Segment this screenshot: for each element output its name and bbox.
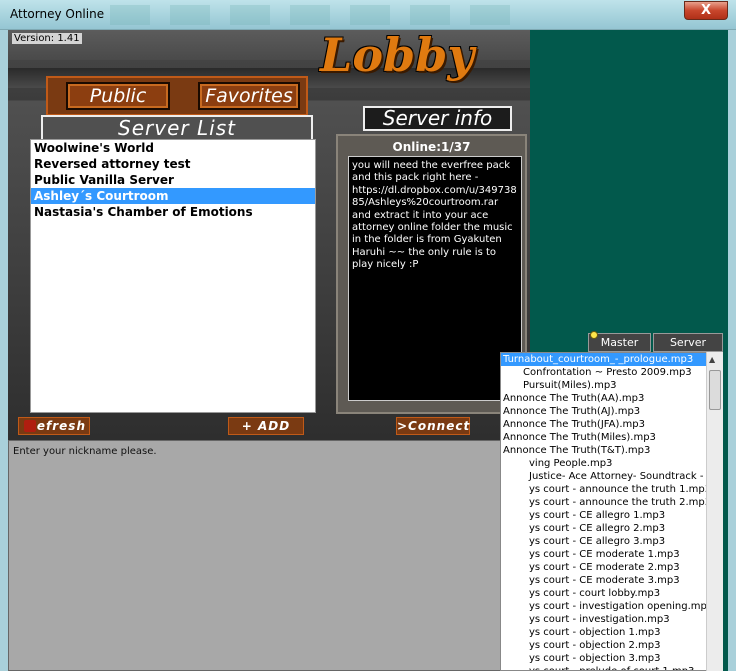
server-info-title: Server info bbox=[363, 106, 512, 131]
server-list-item[interactable]: Public Vanilla Server bbox=[31, 172, 315, 188]
window-frame-left bbox=[0, 30, 8, 671]
server-list-item[interactable]: Nastasia's Chamber of Emotions bbox=[31, 204, 315, 220]
status-dot-icon bbox=[590, 331, 598, 339]
lobby-panel: Version: 1.41 Lobby Public Favorites Ser… bbox=[8, 28, 530, 440]
connect-button[interactable]: >Connect bbox=[396, 417, 470, 435]
chat-area[interactable]: Enter your nickname please. bbox=[8, 440, 511, 671]
refresh-icon bbox=[24, 420, 36, 432]
online-count: Online:1/37 bbox=[392, 140, 471, 154]
server-list-item[interactable]: Ashley´s Courtroom bbox=[31, 188, 315, 204]
title-bar: Attorney Online X bbox=[0, 0, 736, 30]
music-list-item[interactable]: Justice- Ace Attorney- Soundtrack - bbox=[501, 470, 722, 483]
music-list-item[interactable]: Pursuit(Miles).mp3 bbox=[501, 379, 722, 392]
music-list-item[interactable]: ys court - investigation.mp3 bbox=[501, 613, 722, 626]
music-list-item[interactable]: Turnabout_courtroom_-_prologue.mp3 bbox=[501, 353, 722, 366]
music-list-item[interactable]: ys court - investigation opening.mp3 bbox=[501, 600, 722, 613]
server-info-box: Online:1/37 you will need the everfree p… bbox=[336, 134, 527, 414]
tab-bar: Public Favorites bbox=[46, 76, 308, 116]
music-scrollbar[interactable]: ▲ bbox=[706, 352, 723, 671]
music-list-item[interactable]: ys court - CE allegro 3.mp3 bbox=[501, 535, 722, 548]
server-list-item[interactable]: Reversed attorney test bbox=[31, 156, 315, 172]
music-list-item[interactable]: Annonce The Truth(AA).mp3 bbox=[501, 392, 722, 405]
music-list-item[interactable]: ys court - CE allegro 2.mp3 bbox=[501, 522, 722, 535]
music-list-item[interactable]: ys court - CE moderate 3.mp3 bbox=[501, 574, 722, 587]
window-title: Attorney Online bbox=[10, 7, 105, 21]
window-frame-right bbox=[728, 30, 736, 671]
music-list-item[interactable]: ys court - announce the truth 1.mp3 bbox=[501, 483, 722, 496]
title-bar-reflection bbox=[110, 5, 530, 25]
server-list-title: Server List bbox=[41, 115, 313, 139]
close-button[interactable]: X bbox=[684, 1, 728, 20]
refresh-button[interactable]: Refresh bbox=[18, 417, 90, 435]
music-list[interactable]: Turnabout_courtroom_-_prologue.mp3 Confro… bbox=[500, 352, 723, 671]
music-list-item[interactable]: ys court - court lobby.mp3 bbox=[501, 587, 722, 600]
music-list-item[interactable]: ving People.mp3 bbox=[501, 457, 722, 470]
tab-public[interactable]: Public bbox=[66, 82, 170, 110]
scroll-up-icon[interactable]: ▲ bbox=[709, 355, 715, 364]
music-list-item[interactable]: ys court - CE moderate 2.mp3 bbox=[501, 561, 722, 574]
tab-server[interactable]: Server bbox=[653, 333, 723, 352]
add-button[interactable]: + ADD bbox=[228, 417, 304, 435]
music-list-item[interactable]: ys court - announce the truth 2.mp3 bbox=[501, 496, 722, 509]
music-list-item[interactable]: Annonce The Truth(JFA).mp3 bbox=[501, 418, 722, 431]
server-list-item[interactable]: Woolwine's World bbox=[31, 140, 315, 156]
music-list-item[interactable]: Annonce The Truth(AJ).mp3 bbox=[501, 405, 722, 418]
music-list-item[interactable]: Annonce The Truth(T&T).mp3 bbox=[501, 444, 722, 457]
chat-text: Enter your nickname please. bbox=[13, 446, 157, 457]
server-list[interactable]: Woolwine's World Reversed attorney test Pu… bbox=[30, 139, 316, 413]
music-list-item[interactable]: ys court - objection 2.mp3 bbox=[501, 639, 722, 652]
music-list-item[interactable]: Confrontation ~ Presto 2009.mp3 bbox=[501, 366, 722, 379]
scroll-thumb[interactable] bbox=[709, 370, 721, 410]
tab-favorites[interactable]: Favorites bbox=[198, 82, 300, 110]
music-list-item[interactable]: ys court - prelude of court 1.mp3 bbox=[501, 665, 722, 670]
version-label: Version: 1.41 bbox=[12, 33, 82, 44]
music-list-item[interactable]: ys court - objection 1.mp3 bbox=[501, 626, 722, 639]
lobby-logo: Lobby bbox=[320, 28, 475, 82]
music-list-item[interactable]: ys court - CE allegro 1.mp3 bbox=[501, 509, 722, 522]
server-description: you will need the everfree pack and this… bbox=[348, 156, 522, 401]
music-list-item[interactable]: ys court - objection 3.mp3 bbox=[501, 652, 722, 665]
music-list-item[interactable]: Annonce The Truth(Miles).mp3 bbox=[501, 431, 722, 444]
music-list-item[interactable]: ys court - CE moderate 1.mp3 bbox=[501, 548, 722, 561]
refresh-label: Refresh bbox=[27, 419, 86, 433]
